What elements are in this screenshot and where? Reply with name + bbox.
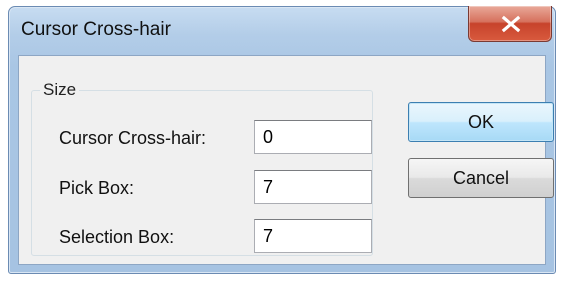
- selection-box-input[interactable]: [254, 219, 372, 253]
- title-bar[interactable]: Cursor Cross-hair: [9, 6, 555, 55]
- cancel-button[interactable]: Cancel: [408, 158, 554, 198]
- cursor-crosshair-input[interactable]: [254, 120, 372, 154]
- window-title: Cursor Cross-hair: [21, 19, 171, 40]
- pick-box-label: Pick Box:: [59, 178, 135, 198]
- ok-button[interactable]: OK: [408, 102, 554, 142]
- size-group-legend: Size: [43, 80, 77, 99]
- close-icon: [501, 15, 521, 33]
- dialog-body: Size Cursor Cross-hair: Pick Box: Select…: [18, 55, 554, 265]
- close-button[interactable]: [468, 6, 552, 42]
- selection-box-label: Selection Box:: [59, 227, 175, 247]
- dialog-window: Cursor Cross-hair Size Cursor Cross-hair…: [8, 6, 556, 274]
- pick-box-input[interactable]: [254, 170, 372, 204]
- cursor-crosshair-label: Cursor Cross-hair:: [59, 128, 207, 148]
